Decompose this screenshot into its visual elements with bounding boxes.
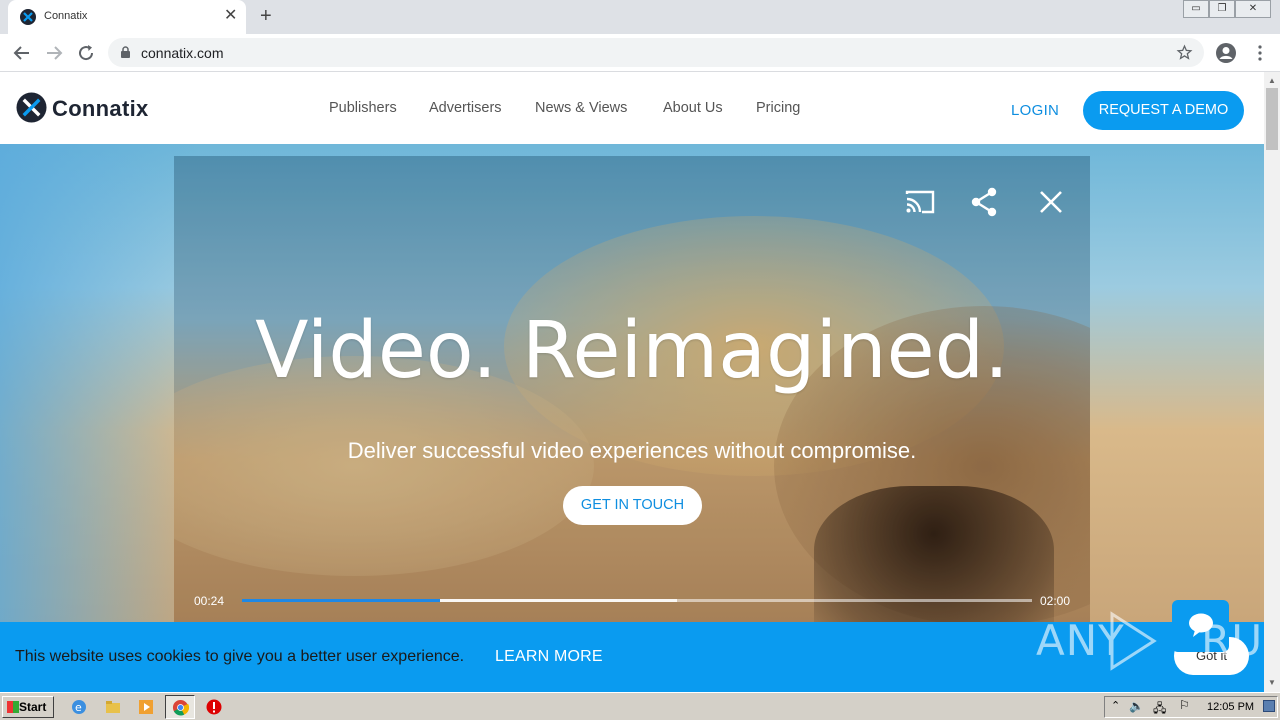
action-center-flag-icon[interactable]: ⚐ <box>1179 698 1190 712</box>
security-alert-icon[interactable] <box>205 698 223 716</box>
show-desktop-icon[interactable] <box>1263 700 1275 712</box>
browser-tab-strip: Connatix ✕ + ▭ ❐ ✕ <box>0 0 1280 34</box>
svg-text:e: e <box>75 701 82 714</box>
video-player[interactable]: Video. Reimagined. Deliver successful vi… <box>174 156 1090 622</box>
reload-icon[interactable] <box>74 41 98 65</box>
hero-title: Video. Reimagined. <box>255 306 1009 396</box>
brand-name[interactable]: Connatix <box>52 96 149 122</box>
new-tab-button[interactable]: + <box>260 5 272 27</box>
nav-link-pricing[interactable]: Pricing <box>756 100 800 116</box>
internet-explorer-icon[interactable]: e <box>70 698 88 716</box>
learn-more-link[interactable]: LEARN MORE <box>495 648 603 666</box>
browser-menu-icon[interactable] <box>1248 41 1272 65</box>
cast-icon[interactable] <box>902 184 938 220</box>
scroll-down-arrow-icon[interactable]: ▼ <box>1268 678 1276 687</box>
window-close-button[interactable]: ✕ <box>1235 0 1271 18</box>
progress-played <box>242 599 440 602</box>
watermark-text: ANY RUN <box>1036 616 1280 665</box>
start-label: Start <box>19 700 47 714</box>
media-player-icon[interactable] <box>137 698 155 716</box>
browser-tab[interactable]: Connatix ✕ <box>8 0 246 34</box>
volume-icon[interactable]: 🔈 <box>1129 699 1144 713</box>
bookmark-star-icon[interactable] <box>1176 44 1193 61</box>
get-in-touch-button[interactable]: GET IN TOUCH <box>563 486 702 525</box>
nav-link-news-views[interactable]: News & Views <box>535 100 627 116</box>
tab-title: Connatix <box>44 10 88 22</box>
connatix-logo-icon[interactable] <box>16 92 47 123</box>
scroll-up-arrow-icon[interactable]: ▲ <box>1268 76 1276 85</box>
anyrun-watermark: ANY RUN <box>1036 606 1280 676</box>
nav-link-advertisers[interactable]: Advertisers <box>429 100 502 116</box>
system-clock[interactable]: 12:05 PM <box>1207 701 1254 713</box>
site-header: Connatix Publishers Advertisers News & V… <box>0 72 1264 144</box>
windows-taskbar: Start e ⌃ 🔈 🖧 ⚐ 12:05 PM <box>0 692 1280 720</box>
close-icon[interactable] <box>1033 184 1069 220</box>
minimize-button[interactable]: ▭ <box>1183 0 1209 18</box>
profile-avatar-icon[interactable] <box>1214 41 1238 65</box>
file-explorer-icon[interactable] <box>104 698 122 716</box>
video-progress-bar[interactable] <box>242 599 1032 602</box>
system-tray: ⌃ 🔈 🖧 ⚐ 12:05 PM <box>1104 696 1278 718</box>
url-text: connatix.com <box>141 45 224 61</box>
chrome-taskbar-button[interactable] <box>165 695 195 719</box>
share-icon[interactable] <box>966 184 1002 220</box>
request-demo-button[interactable]: REQUEST A DEMO <box>1083 91 1244 130</box>
nav-link-publishers[interactable]: Publishers <box>329 100 397 116</box>
connatix-favicon-icon <box>20 9 36 25</box>
chrome-icon <box>172 699 189 716</box>
hero-section: Video. Reimagined. Deliver successful vi… <box>0 144 1264 622</box>
lock-icon <box>121 46 130 58</box>
address-bar[interactable]: connatix.com <box>108 38 1204 67</box>
nav-link-about-us[interactable]: About Us <box>663 100 723 116</box>
hero-background <box>0 144 200 622</box>
restore-button[interactable]: ❐ <box>1209 0 1235 18</box>
tray-expand-icon[interactable]: ⌃ <box>1111 699 1120 712</box>
scrollbar-thumb[interactable] <box>1266 88 1278 150</box>
page-scrollbar[interactable]: ▲ ▼ <box>1264 72 1280 692</box>
windows-logo-icon <box>7 701 19 713</box>
hero-subtitle: Deliver successful video experiences wit… <box>347 438 917 463</box>
forward-arrow-icon[interactable] <box>42 41 66 65</box>
start-button[interactable]: Start <box>2 696 54 718</box>
current-time: 00:24 <box>194 594 225 608</box>
network-icon[interactable]: 🖧 <box>1153 699 1166 720</box>
cookie-message: This website uses cookies to give you a … <box>15 648 465 665</box>
tab-close-icon[interactable]: ✕ <box>224 7 237 25</box>
browser-toolbar: connatix.com <box>0 34 1280 72</box>
back-arrow-icon[interactable] <box>10 41 34 65</box>
login-link[interactable]: LOGIN <box>1011 102 1059 119</box>
